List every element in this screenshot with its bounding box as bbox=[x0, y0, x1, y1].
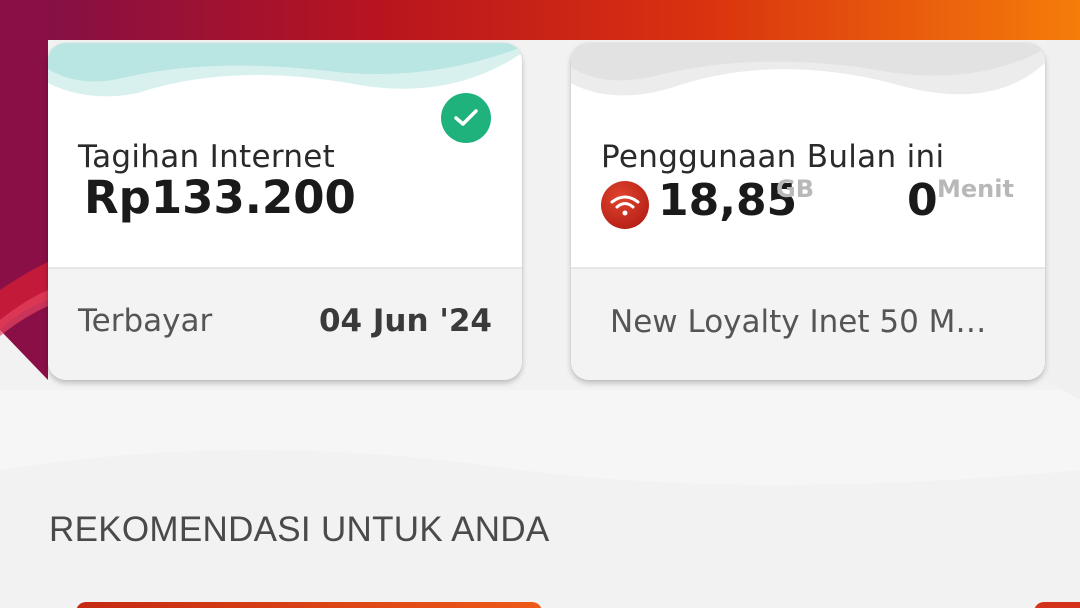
promo-card[interactable] bbox=[76, 602, 542, 608]
bill-card-footer: Terbayar 04 Jun '24 bbox=[48, 267, 522, 380]
payment-date: 04 Jun '24 bbox=[318, 303, 492, 339]
data-usage-unit: GB bbox=[776, 175, 814, 203]
data-usage: 18,85 GB bbox=[658, 175, 814, 226]
bill-card[interactable]: Tagihan Internet Rp133.200 Terbayar 04 J… bbox=[48, 43, 522, 380]
recommendations-heading: REKOMENDASI UNTUK ANDA bbox=[49, 510, 550, 549]
usage-card-footer: New Loyalty Inet 50 Mbps bbox=[571, 267, 1045, 380]
plan-name: New Loyalty Inet 50 Mbps bbox=[610, 304, 990, 340]
minutes-usage-unit: Menit bbox=[937, 175, 1014, 203]
wifi-icon bbox=[601, 181, 649, 229]
minutes-usage: 0 Menit bbox=[907, 175, 1014, 226]
usage-card-title: Penggunaan Bulan ini bbox=[601, 139, 945, 175]
promo-card-next[interactable] bbox=[1034, 602, 1080, 608]
payment-status: Terbayar bbox=[78, 303, 213, 339]
check-circle-icon bbox=[441, 93, 491, 143]
bill-amount: Rp133.200 bbox=[84, 171, 356, 224]
card-decoration bbox=[571, 43, 1045, 96]
bill-card-title: Tagihan Internet bbox=[78, 139, 336, 175]
usage-card[interactable]: Penggunaan Bulan ini 18,85 GB 0 Menit Ne… bbox=[571, 43, 1045, 380]
minutes-usage-value: 0 bbox=[907, 175, 938, 226]
